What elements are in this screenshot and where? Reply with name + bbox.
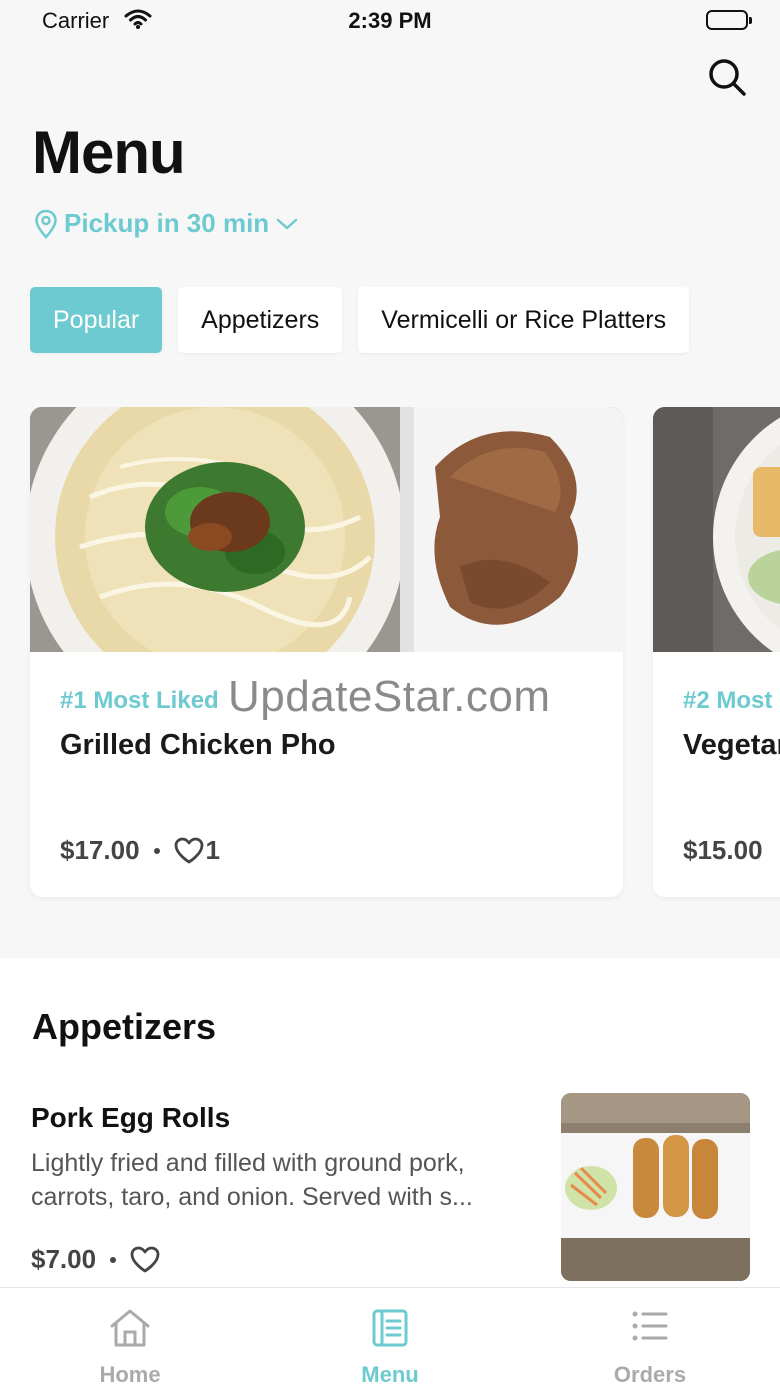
page-title: Menu bbox=[32, 119, 186, 186]
menu-item-row[interactable]: Pork Egg Rolls Lightly fried and filled … bbox=[0, 1092, 780, 1288]
list-icon bbox=[632, 1311, 668, 1341]
pickup-selector[interactable]: Pickup in 30 min bbox=[34, 208, 299, 239]
home-icon bbox=[110, 1309, 150, 1347]
status-bar: Carrier 2:39 PM bbox=[0, 0, 780, 40]
heart-icon[interactable] bbox=[130, 1246, 160, 1273]
pork-egg-rolls-image bbox=[561, 1093, 750, 1281]
grilled-chicken-pho-image bbox=[30, 407, 623, 652]
search-button[interactable] bbox=[706, 56, 748, 98]
popular-item-card[interactable]: #1 Most Liked Grilled Chicken Pho $17.00… bbox=[30, 407, 623, 897]
battery-icon bbox=[706, 10, 752, 30]
tab-menu-label: Menu bbox=[361, 1362, 419, 1387]
popular-item-meta: $15.00 bbox=[683, 835, 763, 866]
tab-orders[interactable]: Orders bbox=[520, 1288, 780, 1387]
popular-carousel[interactable]: #1 Most Liked Grilled Chicken Pho $17.00… bbox=[0, 407, 780, 907]
separator-dot bbox=[153, 847, 160, 854]
popular-item-meta: $17.00 1 bbox=[60, 835, 220, 866]
section-title: Appetizers bbox=[32, 1006, 217, 1047]
tab-home-label: Home bbox=[99, 1362, 161, 1387]
popular-rank-label: #1 Most Liked bbox=[60, 687, 219, 714]
location-pin-icon bbox=[35, 209, 57, 239]
menu-item-meta: $7.00 bbox=[31, 1244, 160, 1275]
tab-popular[interactable]: Popular bbox=[30, 287, 163, 353]
clock: 2:39 PM bbox=[348, 8, 432, 33]
like-count: 1 bbox=[205, 835, 220, 865]
tab-appetizers[interactable]: Appetizers bbox=[178, 287, 343, 353]
popular-item-card[interactable]: #2 Most Liked Vegetarian $15.00 bbox=[653, 407, 780, 897]
chevron-down-icon bbox=[276, 218, 298, 229]
watermark: UpdateStar.com bbox=[228, 672, 551, 721]
search-icon bbox=[709, 59, 746, 96]
tab-vermicelli-rice-platters[interactable]: Vermicelli or Rice Platters bbox=[358, 287, 690, 353]
menu-book-icon bbox=[372, 1309, 408, 1347]
category-tabs: Popular Appetizers Vermicelli or Rice Pl… bbox=[30, 287, 780, 357]
separator-dot bbox=[110, 1256, 117, 1263]
tab-menu[interactable]: Menu bbox=[260, 1288, 520, 1387]
like-control[interactable]: 1 bbox=[174, 835, 220, 866]
tab-home[interactable]: Home bbox=[0, 1288, 260, 1387]
vegetarian-dish-image bbox=[653, 407, 780, 652]
bottom-tab-bar: Home Menu Orders bbox=[0, 1287, 780, 1387]
menu-item-description: Lightly fried and filled with ground por… bbox=[31, 1149, 473, 1211]
pickup-label: Pickup in 30 min bbox=[64, 208, 270, 238]
menu-item-name: Pork Egg Rolls bbox=[31, 1102, 231, 1133]
popular-item-price: $15.00 bbox=[683, 835, 763, 865]
heart-icon bbox=[174, 837, 203, 864]
popular-rank-label: #2 Most Liked bbox=[683, 687, 780, 714]
menu-item-price: $7.00 bbox=[31, 1244, 97, 1274]
tab-orders-label: Orders bbox=[613, 1362, 687, 1387]
popular-item-price: $17.00 bbox=[60, 835, 140, 865]
popular-item-name: Grilled Chicken Pho bbox=[60, 729, 336, 761]
popular-item-name: Vegetarian bbox=[683, 729, 780, 761]
